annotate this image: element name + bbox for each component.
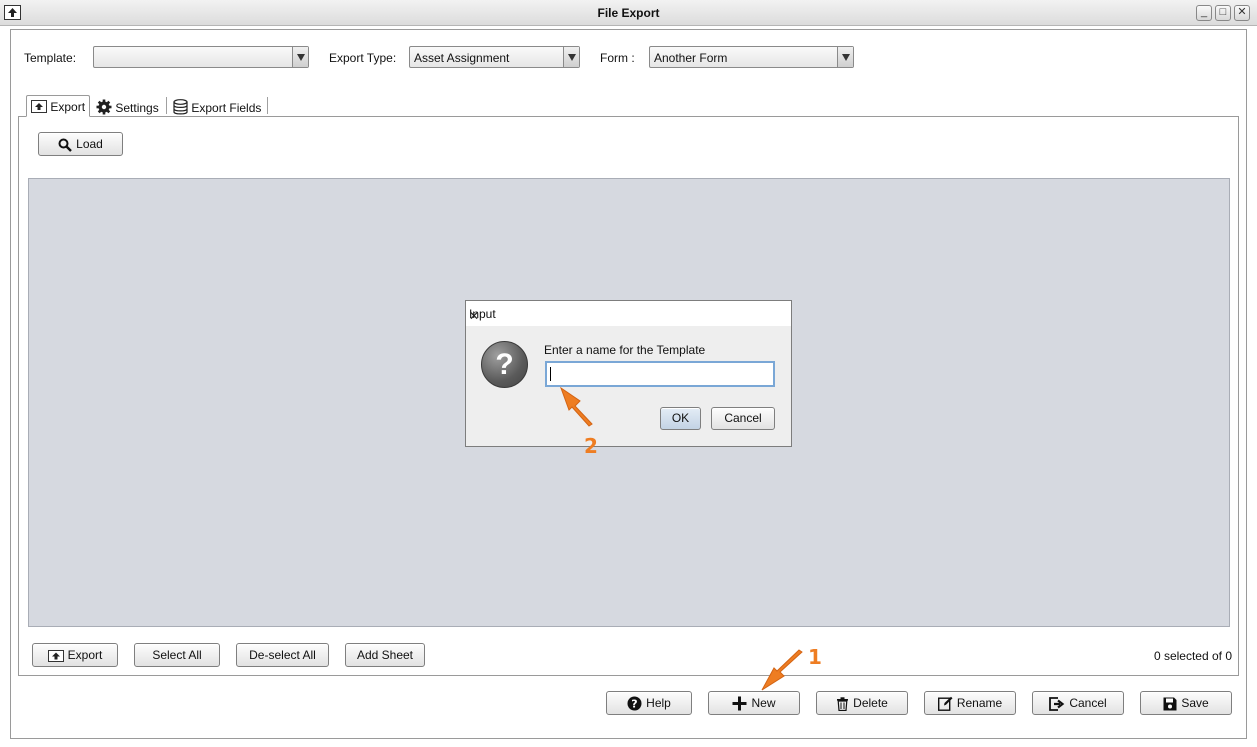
export-label: Export xyxy=(67,648,103,662)
cancel-label: Cancel xyxy=(1069,696,1107,710)
floppy-disk-icon xyxy=(1163,697,1177,711)
svg-text:?: ? xyxy=(631,698,637,711)
export-type-dropdown[interactable]: Asset Assignment xyxy=(409,46,580,68)
save-button[interactable]: Save xyxy=(1140,691,1232,715)
cancel-button[interactable]: Cancel xyxy=(1032,691,1124,715)
dialog-title-bar: Input ✕ xyxy=(466,301,791,326)
dialog-cancel-button[interactable]: Cancel xyxy=(711,407,775,430)
deselect-all-button[interactable]: De-select All xyxy=(236,643,329,667)
save-label: Save xyxy=(1181,696,1209,710)
close-window-button[interactable]: ✕ xyxy=(1234,5,1250,21)
tab-settings[interactable]: Settings xyxy=(96,95,164,117)
edit-icon xyxy=(937,697,953,712)
help-button[interactable]: ? Help xyxy=(606,691,692,715)
search-icon xyxy=(58,138,72,152)
gear-icon xyxy=(96,99,112,115)
template-label: Template: xyxy=(24,51,77,65)
chevron-down-icon[interactable] xyxy=(292,47,308,67)
annotation-step-1: 1 xyxy=(808,645,822,669)
export-type-label: Export Type: xyxy=(329,51,397,65)
select-all-button[interactable]: Select All xyxy=(134,643,220,667)
plus-icon xyxy=(732,696,747,711)
export-type-value: Asset Assignment xyxy=(414,51,510,65)
annotation-arrow-2 xyxy=(559,386,593,427)
trash-icon xyxy=(837,697,849,711)
help-label: Help xyxy=(646,696,671,710)
selection-status: 0 selected of 0 xyxy=(1153,649,1232,663)
exit-icon xyxy=(1049,696,1065,711)
chevron-down-icon[interactable] xyxy=(563,47,579,67)
title-bar: File Export _ □ ✕ xyxy=(0,0,1257,26)
tab-export-fields[interactable]: Export Fields xyxy=(173,95,268,117)
close-icon[interactable]: ✕ xyxy=(469,307,783,325)
add-sheet-button[interactable]: Add Sheet xyxy=(345,643,425,667)
export-button[interactable]: Export xyxy=(32,643,118,667)
form-label: Form : xyxy=(600,51,635,65)
chevron-down-icon[interactable] xyxy=(837,47,853,67)
new-label: New xyxy=(751,696,776,710)
rename-label: Rename xyxy=(956,696,1003,710)
help-icon: ? xyxy=(627,696,642,711)
tab-export-label: Export xyxy=(50,100,86,114)
delete-label: Delete xyxy=(853,696,888,710)
question-icon: ? xyxy=(481,341,528,388)
form-dropdown[interactable]: Another Form xyxy=(649,46,854,68)
load-button[interactable]: Load xyxy=(38,132,123,156)
export-icon xyxy=(31,100,47,113)
template-dropdown[interactable] xyxy=(93,46,309,68)
rename-button[interactable]: Rename xyxy=(924,691,1016,715)
annotation-arrow-1 xyxy=(761,649,803,691)
maximize-button[interactable]: □ xyxy=(1215,5,1231,21)
text-caret xyxy=(550,367,551,381)
window-title: File Export xyxy=(597,6,660,20)
load-label: Load xyxy=(76,137,103,151)
database-icon xyxy=(173,99,188,115)
tab-export[interactable]: Export xyxy=(26,95,90,117)
tab-divider xyxy=(166,97,167,114)
export-icon xyxy=(47,649,64,662)
annotation-step-2: 2 xyxy=(584,434,598,458)
delete-button[interactable]: Delete xyxy=(816,691,908,715)
input-dialog: Input ✕ ? Enter a name for the Template … xyxy=(465,300,792,447)
ok-button[interactable]: OK xyxy=(660,407,701,430)
dialog-message: Enter a name for the Template xyxy=(544,343,706,357)
form-value: Another Form xyxy=(654,51,728,65)
tab-export-fields-label: Export Fields xyxy=(191,101,262,115)
tab-divider xyxy=(267,97,268,114)
minimize-button[interactable]: _ xyxy=(1196,5,1212,21)
tab-settings-label: Settings xyxy=(115,101,159,115)
